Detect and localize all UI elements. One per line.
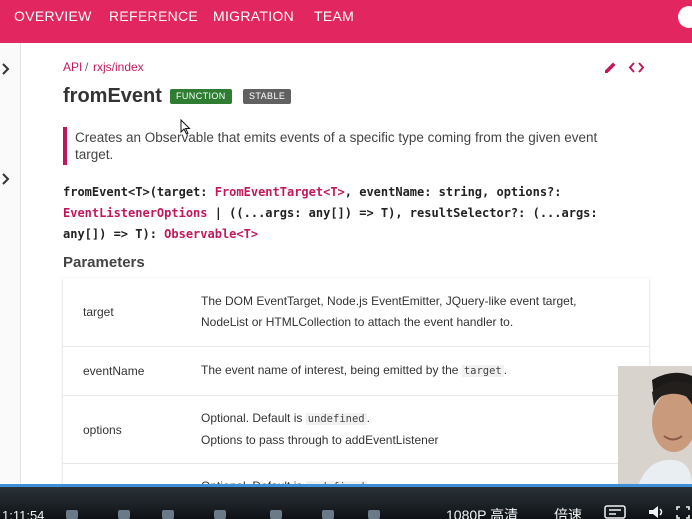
parameters-table: target The DOM EventTarget, Node.js Even…	[63, 278, 649, 488]
param-description-line: Options to pass through to addEventListe…	[201, 433, 439, 447]
breadcrumb-separator: /	[85, 60, 89, 74]
volume-icon[interactable]	[648, 505, 666, 519]
avatar[interactable]	[678, 6, 692, 28]
breadcrumb-path-link[interactable]: rxjs/index	[93, 60, 144, 74]
signature-type-link[interactable]: Observable<T>	[164, 227, 258, 241]
param-description: The DOM EventTarget, Node.js EventEmitte…	[201, 291, 631, 333]
timecode: 1:11:54	[2, 508, 45, 519]
table-row: target The DOM EventTarget, Node.js Even…	[63, 278, 649, 347]
side-nav	[0, 43, 21, 483]
signature-text: , eventName: string, options?:	[344, 185, 562, 199]
mouse-cursor-icon	[180, 118, 191, 140]
edit-pencil-icon[interactable]	[603, 60, 618, 80]
player-icon[interactable]	[214, 510, 226, 519]
page-title: fromEvent	[63, 85, 162, 107]
param-name: eventName	[83, 364, 145, 378]
signature-type-link[interactable]: FromEventTarget<T>	[215, 185, 345, 199]
nav-overview[interactable]: OVERVIEW	[14, 8, 92, 24]
player-icon[interactable]	[162, 510, 174, 519]
param-description: Optional. Default is undefined. Options …	[201, 408, 631, 451]
description-text: Creates an Observable that emits events …	[75, 130, 598, 162]
description-callout: Creates an Observable that emits events …	[63, 127, 633, 165]
chevron-right-icon[interactable]	[1, 173, 11, 188]
table-row: options Optional. Default is undefined. …	[63, 396, 649, 464]
signature-line: EventListenerOptions | ((...args: any[])…	[63, 203, 648, 224]
signature-text: | ((...args: any[]) => T), resultSelecto…	[207, 206, 598, 220]
function-signature: fromEvent<T>(target: FromEventTarget<T>,…	[63, 182, 648, 245]
nav-team[interactable]: TEAM	[314, 8, 354, 24]
player-icon[interactable]	[270, 510, 282, 519]
player-icon[interactable]	[368, 510, 380, 519]
signature-line: fromEvent<T>(target: FromEventTarget<T>,…	[63, 182, 648, 203]
fullscreen-icon[interactable]	[676, 506, 690, 519]
signature-text: any[]) => T):	[63, 227, 165, 241]
top-navbar: OVERVIEW REFERENCE MIGRATION TEAM	[0, 0, 692, 43]
player-icon[interactable]	[118, 510, 130, 519]
table-row: eventName The event name of interest, be…	[63, 347, 649, 396]
param-description-line: NodeList or HTMLCollection to attach the…	[201, 315, 514, 329]
function-badge: FUNCTION	[170, 89, 232, 104]
parameters-heading: Parameters	[63, 254, 145, 271]
nav-migration[interactable]: MIGRATION	[213, 8, 294, 24]
chevron-right-icon[interactable]	[1, 63, 11, 78]
player-icon[interactable]	[66, 510, 78, 519]
signature-text: fromEvent<T>(target:	[63, 185, 215, 199]
speed-button[interactable]: 倍速	[554, 505, 582, 519]
signature-type-link[interactable]: EventListenerOptions	[63, 206, 208, 220]
video-player-bar	[0, 487, 692, 519]
code-brackets-icon[interactable]	[628, 60, 645, 80]
quality-button[interactable]: 1080P 高清	[446, 505, 518, 519]
inline-code: target	[461, 365, 504, 377]
danmaku-toggle-icon[interactable]	[604, 505, 626, 519]
param-description-line: The DOM EventTarget, Node.js EventEmitte…	[201, 294, 577, 308]
param-name: target	[83, 305, 114, 319]
param-name: options	[83, 423, 122, 437]
player-icon[interactable]	[322, 510, 334, 519]
signature-line: any[]) => T): Observable<T>	[63, 224, 648, 245]
nav-reference[interactable]: REFERENCE	[109, 8, 198, 24]
inline-code: undefined	[305, 413, 367, 425]
stable-badge: STABLE	[243, 89, 292, 104]
webcam-overlay	[618, 366, 692, 486]
param-description: The event name of interest, being emitte…	[201, 363, 508, 377]
breadcrumb-api-link[interactable]: API	[63, 60, 82, 74]
